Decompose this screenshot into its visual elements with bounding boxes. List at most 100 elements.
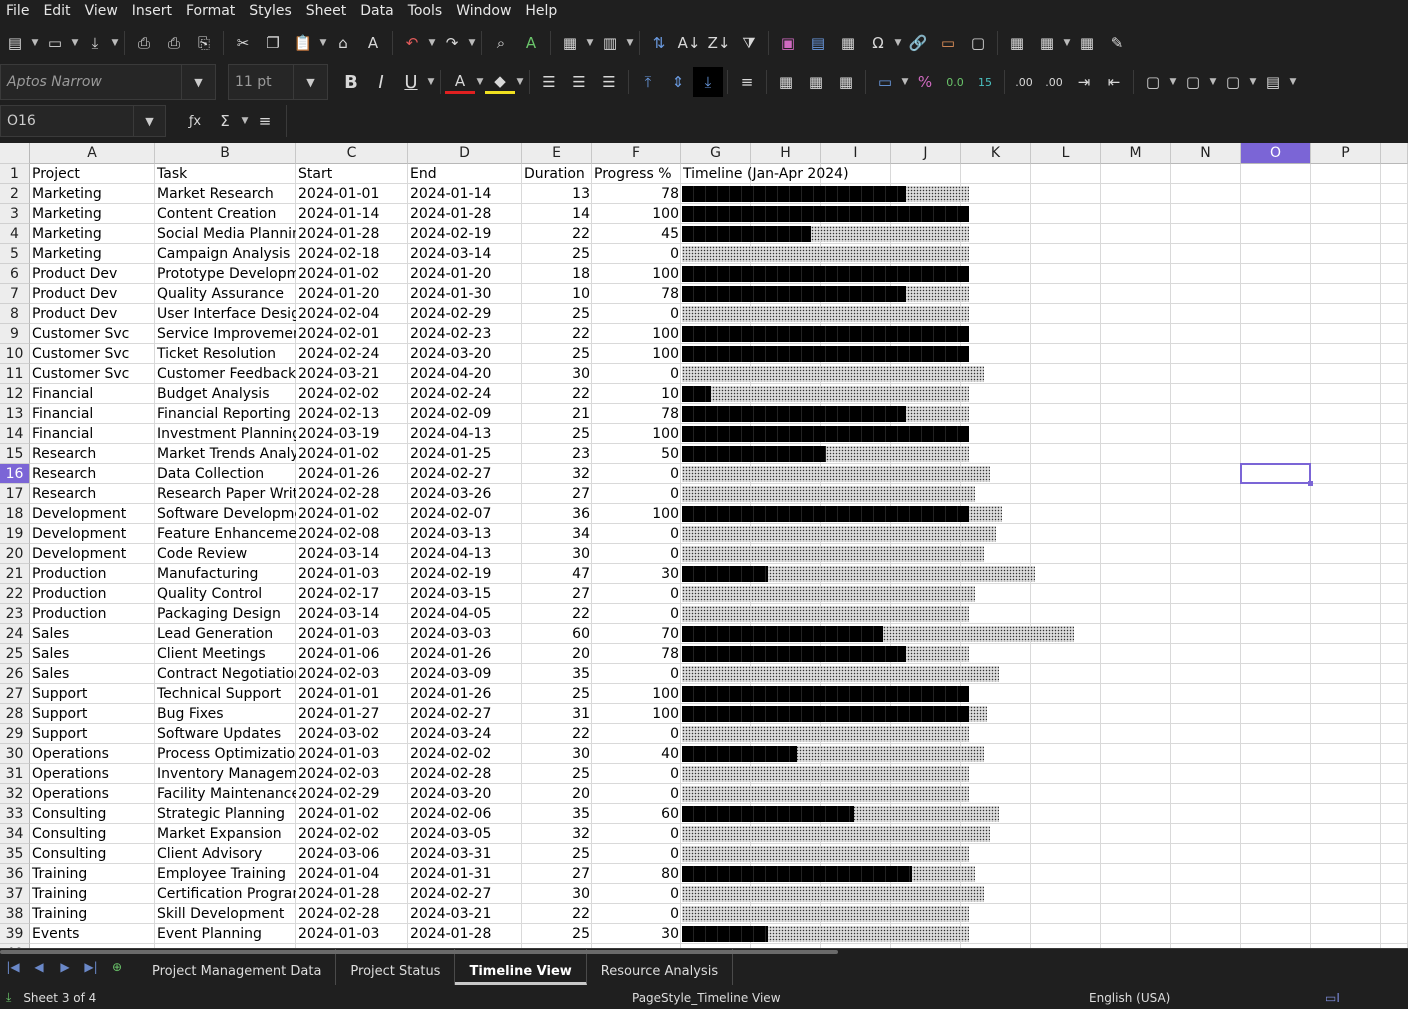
define-print-area-icon[interactable]: ▦ bbox=[1002, 28, 1032, 58]
progress-cell[interactable]: 40 bbox=[592, 744, 681, 764]
start-date-cell[interactable]: 2024-01-03 bbox=[296, 744, 408, 764]
project-cell[interactable]: Events bbox=[30, 924, 155, 944]
progress-cell[interactable]: 0 bbox=[592, 604, 681, 624]
menu-edit[interactable]: Edit bbox=[37, 0, 78, 22]
row-header[interactable]: 6 bbox=[0, 264, 30, 284]
menu-file[interactable]: File bbox=[0, 0, 37, 22]
decrease-indent-icon[interactable]: ⇤ bbox=[1099, 67, 1129, 97]
end-date-cell[interactable]: 2024-02-29 bbox=[408, 304, 522, 324]
start-date-cell[interactable]: 2024-02-28 bbox=[296, 484, 408, 504]
undo-icon[interactable]: ↶ bbox=[397, 28, 427, 58]
border-style-dropdown-icon[interactable]: ▼ bbox=[1208, 77, 1218, 87]
task-cell[interactable]: Inventory Management bbox=[155, 764, 296, 784]
menu-sheet[interactable]: Sheet bbox=[300, 0, 354, 22]
font-color-dropdown-icon[interactable]: ▼ bbox=[475, 77, 485, 87]
end-date-cell[interactable]: 2024-03-03 bbox=[408, 624, 522, 644]
progress-cell[interactable]: 0 bbox=[592, 904, 681, 924]
progress-cell[interactable]: 0 bbox=[592, 824, 681, 844]
task-cell[interactable]: Software Development bbox=[155, 504, 296, 524]
row-header[interactable]: 29 bbox=[0, 724, 30, 744]
end-date-cell[interactable]: 2024-03-20 bbox=[408, 344, 522, 364]
header-cell[interactable]: Progress % bbox=[592, 164, 681, 184]
start-date-cell[interactable]: 2024-01-03 bbox=[296, 564, 408, 584]
column-header[interactable]: L bbox=[1031, 143, 1101, 164]
open-dropdown-icon[interactable]: ▼ bbox=[70, 38, 80, 48]
task-cell[interactable]: Skill Development bbox=[155, 904, 296, 924]
menu-window[interactable]: Window bbox=[450, 0, 519, 22]
end-date-cell[interactable]: 2024-01-14 bbox=[408, 184, 522, 204]
duration-cell[interactable]: 25 bbox=[522, 764, 592, 784]
progress-cell[interactable]: 78 bbox=[592, 644, 681, 664]
task-cell[interactable]: Process Optimization bbox=[155, 744, 296, 764]
export-pdf-icon[interactable]: ⎙ bbox=[129, 28, 159, 58]
row-header[interactable]: 14 bbox=[0, 424, 30, 444]
task-cell[interactable]: Market Research bbox=[155, 184, 296, 204]
task-cell[interactable]: Investment Planning bbox=[155, 424, 296, 444]
end-date-cell[interactable]: 2024-01-28 bbox=[408, 204, 522, 224]
row-header[interactable]: 7 bbox=[0, 284, 30, 304]
borders-icon[interactable]: ▢ bbox=[1138, 67, 1168, 97]
row-header[interactable]: 36 bbox=[0, 864, 30, 884]
font-color-icon[interactable]: A bbox=[445, 70, 475, 94]
row-header[interactable]: 35 bbox=[0, 844, 30, 864]
font-name-dropdown-icon[interactable]: ▼ bbox=[182, 64, 216, 100]
task-cell[interactable]: Campaign Analysis bbox=[155, 244, 296, 264]
project-cell[interactable]: Operations bbox=[30, 764, 155, 784]
font-size-box[interactable]: 11 pt bbox=[228, 64, 294, 100]
project-cell[interactable]: Operations bbox=[30, 744, 155, 764]
highlight-color-dropdown-icon[interactable]: ▼ bbox=[515, 77, 525, 87]
progress-cell[interactable]: 0 bbox=[592, 844, 681, 864]
column-header[interactable]: B bbox=[155, 143, 296, 164]
row-header[interactable]: 13 bbox=[0, 404, 30, 424]
first-sheet-icon[interactable]: |◀ bbox=[0, 960, 26, 974]
column-header[interactable]: N bbox=[1171, 143, 1241, 164]
task-cell[interactable]: Quality Control bbox=[155, 584, 296, 604]
header-cell[interactable]: Project bbox=[30, 164, 155, 184]
sort-icon[interactable]: ⇅ bbox=[644, 28, 674, 58]
clone-formatting-icon[interactable]: ⌂ bbox=[328, 28, 358, 58]
project-cell[interactable]: Customer Svc bbox=[30, 364, 155, 384]
progress-cell[interactable]: 100 bbox=[592, 424, 681, 444]
redo-icon[interactable]: ↷ bbox=[437, 28, 467, 58]
function-wizard-icon[interactable]: ƒx bbox=[180, 106, 210, 136]
progress-cell[interactable]: 78 bbox=[592, 284, 681, 304]
border-color-dropdown-icon[interactable]: ▼ bbox=[1248, 77, 1258, 87]
project-cell[interactable]: Product Dev bbox=[30, 304, 155, 324]
project-cell[interactable]: Financial bbox=[30, 404, 155, 424]
paste-icon[interactable]: 📋 bbox=[288, 28, 318, 58]
underline-icon[interactable]: U bbox=[396, 67, 426, 97]
end-date-cell[interactable]: 2024-03-20 bbox=[408, 784, 522, 804]
sort-ascending-icon[interactable]: A↓ bbox=[674, 28, 704, 58]
row-header[interactable]: 3 bbox=[0, 204, 30, 224]
progress-cell[interactable]: 0 bbox=[592, 364, 681, 384]
center-vertically-icon[interactable]: ⇕ bbox=[663, 67, 693, 97]
progress-cell[interactable]: 0 bbox=[592, 724, 681, 744]
row-header[interactable]: 10 bbox=[0, 344, 30, 364]
language[interactable]: English (USA) bbox=[1089, 991, 1170, 1005]
start-date-cell[interactable]: 2024-03-19 bbox=[296, 424, 408, 444]
menu-format[interactable]: Format bbox=[180, 0, 243, 22]
duration-cell[interactable]: 14 bbox=[522, 204, 592, 224]
name-box[interactable]: O16 bbox=[0, 105, 134, 137]
start-date-cell[interactable]: 2024-02-03 bbox=[296, 764, 408, 784]
start-date-cell[interactable]: 2024-01-03 bbox=[296, 924, 408, 944]
project-cell[interactable]: Product Dev bbox=[30, 264, 155, 284]
end-date-cell[interactable]: 2024-04-20 bbox=[408, 364, 522, 384]
task-cell[interactable]: Client Meetings bbox=[155, 644, 296, 664]
task-cell[interactable]: Manufacturing bbox=[155, 564, 296, 584]
row-header[interactable]: 39 bbox=[0, 924, 30, 944]
row-header[interactable]: 18 bbox=[0, 504, 30, 524]
number-format-icon[interactable]: 0.0 bbox=[940, 67, 970, 97]
task-cell[interactable]: Software Updates bbox=[155, 724, 296, 744]
start-date-cell[interactable]: 2024-02-18 bbox=[296, 244, 408, 264]
duration-cell[interactable]: 34 bbox=[522, 524, 592, 544]
end-date-cell[interactable]: 2024-03-15 bbox=[408, 584, 522, 604]
freeze-dropdown-icon[interactable]: ▼ bbox=[1062, 38, 1072, 48]
selected-cell[interactable] bbox=[1240, 463, 1311, 484]
row-header[interactable]: 12 bbox=[0, 384, 30, 404]
start-date-cell[interactable]: 2024-01-27 bbox=[296, 704, 408, 724]
horizontal-scrollbar[interactable] bbox=[0, 950, 838, 954]
task-cell[interactable]: Social Media Planning bbox=[155, 224, 296, 244]
start-date-cell[interactable]: 2024-03-21 bbox=[296, 364, 408, 384]
duration-cell[interactable]: 22 bbox=[522, 384, 592, 404]
